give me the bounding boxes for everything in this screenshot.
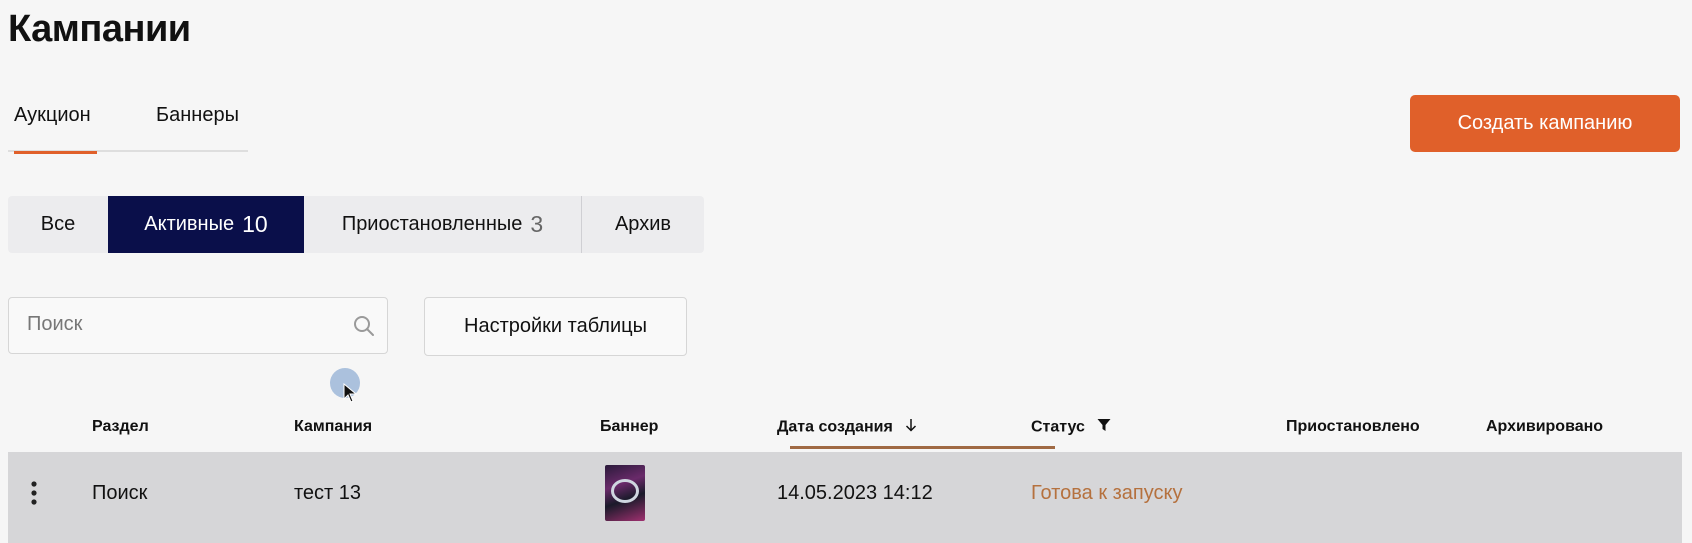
- filter-active-label: Активные: [144, 213, 235, 235]
- cell-campaign[interactable]: тест 13: [294, 482, 361, 505]
- search-input[interactable]: [25, 312, 329, 337]
- filter-archive-label: Архив: [614, 213, 672, 235]
- cell-created: 14.05.2023 14:12: [777, 482, 933, 504]
- banner-ring-graphic: [611, 479, 639, 503]
- create-campaign-button[interactable]: Создать кампанию: [1410, 95, 1680, 152]
- column-header-status[interactable]: Статус: [1031, 418, 1111, 437]
- filter-archive[interactable]: Архив: [582, 196, 704, 253]
- column-header-paused[interactable]: Приостановлено: [1286, 418, 1420, 436]
- search-icon[interactable]: [353, 315, 375, 342]
- column-header-status-label: Статус: [1031, 418, 1085, 436]
- column-header-created-label: Дата создания: [777, 418, 893, 436]
- search-box: [8, 297, 388, 354]
- table-settings-button[interactable]: Настройки таблицы: [424, 297, 687, 356]
- filter-active[interactable]: Активные 10: [108, 196, 304, 253]
- filter-paused[interactable]: Приостановленные 3: [304, 196, 581, 253]
- cell-section: Поиск: [92, 482, 148, 504]
- sort-arrow-down-icon[interactable]: [905, 418, 917, 437]
- tab-auction[interactable]: Аукцион: [14, 104, 97, 154]
- banner-thumbnail[interactable]: [605, 465, 645, 521]
- filter-all-label: Все: [40, 213, 76, 235]
- table-row[interactable]: Поиск тест 13 14.05.2023 14:12 Готова к …: [8, 452, 1682, 543]
- tabs: Аукцион Баннеры: [8, 92, 248, 154]
- column-header-created[interactable]: Дата создания: [777, 418, 917, 437]
- column-header-archived[interactable]: Архивировано: [1486, 418, 1603, 436]
- filter-paused-label: Приостановленные: [341, 213, 523, 235]
- column-header-section[interactable]: Раздел: [92, 418, 149, 436]
- filter-active-count: 10: [242, 211, 268, 237]
- column-header-banner[interactable]: Баннер: [600, 418, 658, 436]
- filter-paused-count: 3: [530, 211, 544, 237]
- row-menu-kebab-icon[interactable]: [30, 480, 38, 511]
- page-title: Кампании: [8, 8, 191, 50]
- cell-status: Готова к запуску: [1031, 482, 1183, 504]
- filter-all[interactable]: Все: [8, 196, 108, 253]
- filter-funnel-icon[interactable]: [1097, 418, 1111, 437]
- table-header: Раздел Кампания Баннер Дата создания Ста…: [0, 400, 1692, 450]
- sorted-column-indicator: [790, 446, 1055, 449]
- column-header-campaign[interactable]: Кампания: [294, 418, 372, 436]
- status-filter-group: Все Активные 10 Приостановленные 3 Архив: [8, 196, 704, 253]
- tab-banners[interactable]: Баннеры: [156, 104, 239, 151]
